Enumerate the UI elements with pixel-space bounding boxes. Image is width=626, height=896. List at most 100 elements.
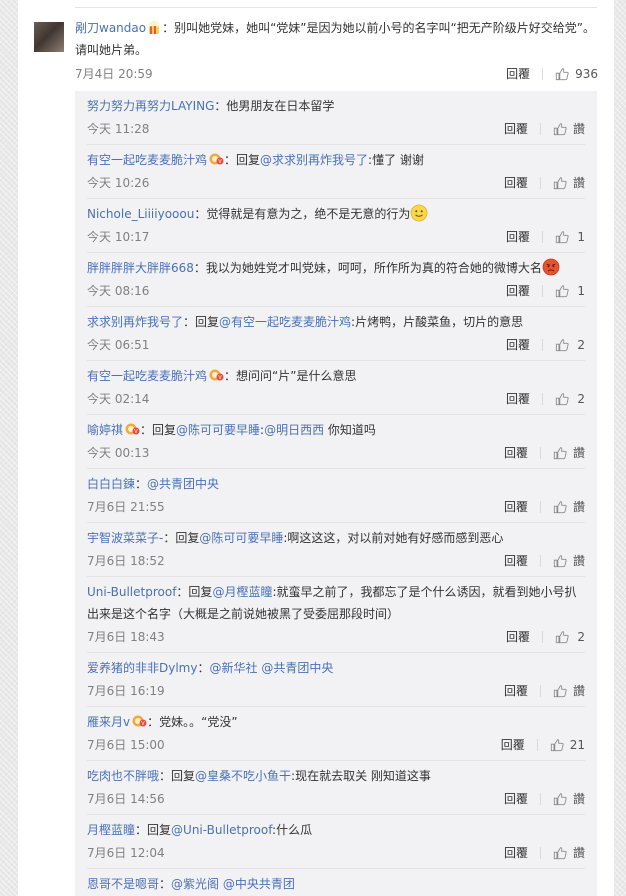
reply-text: 吃肉也不胖哦：回复@皇桑不吃小鱼干:现在就去取关 刚知道这事 xyxy=(87,765,585,787)
reply-item: 喻婷祺 V ：回复@陈可可要早睡:@明日西西 你知道吗 今天 00:13 回覆讚 xyxy=(87,415,585,469)
reply-time: 今天 08:16 xyxy=(87,284,150,298)
like-button[interactable]: 讚 xyxy=(553,842,585,864)
vip-badge-icon: V xyxy=(209,369,224,381)
like-button[interactable]: 21 xyxy=(550,734,585,756)
reply-username[interactable]: 月樫蓝瞳 xyxy=(87,823,135,837)
like-count: 讚 xyxy=(572,500,585,514)
reply-button[interactable]: 回覆 xyxy=(504,550,528,572)
mention-link[interactable]: @皇桑不吃小鱼干 xyxy=(195,769,291,783)
reply-button[interactable]: 回覆 xyxy=(506,280,530,302)
reply-button[interactable]: 回覆 xyxy=(506,388,530,410)
main-comment: 剐刀wandao ：别叫她党妹，她叫“党妹”是因为她以前小号的名字叫“把无产阶级… xyxy=(75,17,598,85)
reply-username[interactable]: 白白白鍊 xyxy=(87,477,135,491)
reply-username[interactable]: 有空一起吃麦麦脆汁鸡 xyxy=(87,369,207,383)
mention-link[interactable]: @紫光阁 xyxy=(171,877,219,891)
thumbs-up-icon xyxy=(553,685,567,698)
reply-username[interactable]: 喻婷祺 xyxy=(87,423,123,437)
like-button[interactable]: 2 xyxy=(555,334,585,356)
reply-button[interactable]: 回覆 xyxy=(506,63,530,85)
reply-text: 努力努力再努力LAYING：他男朋友在日本留学 xyxy=(87,95,585,117)
reply-username[interactable]: 有空一起吃麦麦脆汁鸡 xyxy=(87,153,207,167)
reply-body: ：回复 xyxy=(159,769,196,783)
reply-button[interactable]: 回覆 xyxy=(504,442,528,464)
avatar[interactable] xyxy=(34,22,64,52)
divider xyxy=(542,631,543,643)
popcorn-icon xyxy=(148,20,160,34)
mention-link[interactable]: @新华社 xyxy=(209,661,257,675)
reply-button[interactable]: 回覆 xyxy=(504,118,528,140)
reply-username[interactable]: 吃肉也不胖哦 xyxy=(87,769,159,783)
mention-link[interactable]: @月樫蓝瞳 xyxy=(212,585,272,599)
reply-username[interactable]: 宇智波菜菜子- xyxy=(87,531,163,545)
reply-button[interactable]: 回覆 xyxy=(506,626,530,648)
reply-meta: 7月6日 18:52 回覆 讚 xyxy=(87,550,585,572)
mention-link[interactable]: @中央共青团 xyxy=(223,877,295,891)
thumbs-up-icon xyxy=(555,631,569,644)
reply-username[interactable]: 雁来月v xyxy=(87,715,130,729)
reply-text: 求求别再炸我号了：回复@有空一起吃麦麦脆汁鸡:片烤鸭，片酸菜鱼，切片的意思 xyxy=(87,311,585,333)
like-button[interactable]: 1 xyxy=(555,226,585,248)
reply-button[interactable]: 回覆 xyxy=(504,842,528,864)
smile-emoji-icon xyxy=(410,204,428,222)
like-button[interactable]: 讚 xyxy=(553,680,585,702)
like-button[interactable]: 讚 xyxy=(553,496,585,518)
thumbs-up-icon xyxy=(553,501,567,514)
mention-link[interactable]: @共青团中央 xyxy=(147,477,219,491)
like-button[interactable]: 1 xyxy=(555,280,585,302)
like-button[interactable]: 讚 xyxy=(553,118,585,140)
reply-body: ：我以为她姓党才叫党妹，呵呵，所作所为真的符合她的微博大名 xyxy=(193,261,542,275)
mention-link[interactable]: @陈可可要早睡 xyxy=(176,423,260,437)
reply-meta: 7月6日 18:43 回覆 2 xyxy=(87,626,585,648)
reply-item: 胖胖胖胖大胖胖668：我以为她姓党才叫党妹，呵呵，所作所为真的符合她的微博大名今… xyxy=(87,253,585,307)
reply-item: 努力努力再努力LAYING：他男朋友在日本留学 今天 11:28 回覆 讚 xyxy=(87,91,585,145)
reply-meta: 今天 11:28 回覆 讚 xyxy=(87,118,585,140)
mention-link[interactable]: @共青团中央 xyxy=(261,661,333,675)
reply-meta: 今天 10:17 回覆 1 xyxy=(87,226,585,248)
reply-button[interactable]: 回覆 xyxy=(504,788,528,810)
reply-username[interactable]: 努力努力再努力LAYING xyxy=(87,99,214,113)
mention-link[interactable]: @求求别再炸我号了 xyxy=(260,153,368,167)
like-button[interactable]: 2 xyxy=(555,626,585,648)
reply-list: 努力努力再努力LAYING：他男朋友在日本留学 今天 11:28 回覆讚有空一起吃麦… xyxy=(75,91,597,896)
reply-button[interactable]: 回覆 xyxy=(506,226,530,248)
like-button[interactable]: 讚 xyxy=(553,550,585,572)
reply-time: 7月6日 18:43 xyxy=(87,630,165,644)
like-button[interactable]: 讚 xyxy=(553,172,585,194)
like-button[interactable]: 936 xyxy=(555,63,598,85)
reply-actions: 回覆 讚 xyxy=(504,788,585,810)
thumbs-up-icon xyxy=(555,231,569,244)
reply-button[interactable]: 回覆 xyxy=(504,680,528,702)
like-button[interactable]: 讚 xyxy=(553,788,585,810)
thumbs-up-icon xyxy=(553,177,567,190)
reply-text: Uni-Bulletproof：回复@月樫蓝瞳:就蛮早之前了，我都忘了是个什么诱… xyxy=(87,581,585,625)
reply-meta: 7月6日 14:56 回覆 讚 xyxy=(87,788,585,810)
mention-link[interactable]: @有空一起吃麦麦脆汁鸡 xyxy=(219,315,351,329)
reply-text: 胖胖胖胖大胖胖668：我以为她姓党才叫党妹，呵呵，所作所为真的符合她的微博大名 xyxy=(87,257,585,279)
mention-link[interactable]: @Uni-Bulletproof xyxy=(171,823,272,837)
vip-badge-icon: V xyxy=(125,423,140,435)
main-comment-username[interactable]: 剐刀wandao xyxy=(75,21,146,35)
like-button[interactable]: 2 xyxy=(555,388,585,410)
like-count: 2 xyxy=(577,392,585,406)
divider xyxy=(539,447,541,459)
mention-link[interactable]: @明日西西 xyxy=(264,423,324,437)
reply-meta: 7月6日 12:04 回覆 讚 xyxy=(87,842,585,864)
reply-button[interactable]: 回覆 xyxy=(501,734,525,756)
reply-username[interactable]: 胖胖胖胖大胖胖668 xyxy=(87,261,194,275)
reply-body: ：他男朋友在日本留学 xyxy=(214,99,335,113)
reply-username[interactable]: 求求别再炸我号了 xyxy=(87,315,183,329)
reply-username[interactable]: 恩哥不是嗯哥 xyxy=(87,877,159,891)
mention-link[interactable]: @陈可可要早睡 xyxy=(199,531,283,545)
reply-username[interactable]: Nichole_Liiiiyooou xyxy=(87,207,194,221)
reply-body: ：回复 xyxy=(135,823,172,837)
reply-username[interactable]: Uni-Bulletproof xyxy=(87,585,176,599)
reply-button[interactable]: 回覆 xyxy=(504,496,528,518)
reply-username[interactable]: 爱养猪的非非Dylmy xyxy=(87,661,197,675)
reply-button[interactable]: 回覆 xyxy=(504,172,528,194)
vip-badge-icon: V xyxy=(209,153,224,165)
reply-button[interactable]: 回覆 xyxy=(506,334,530,356)
reply-body: ：党妹。。“党没” xyxy=(147,715,238,729)
reply-text: 喻婷祺 V ：回复@陈可可要早睡:@明日西西 你知道吗 xyxy=(87,419,585,441)
like-button[interactable]: 讚 xyxy=(553,442,585,464)
reply-body: :啊这这这，对以前对她有好感而感到恶心 xyxy=(283,531,504,545)
